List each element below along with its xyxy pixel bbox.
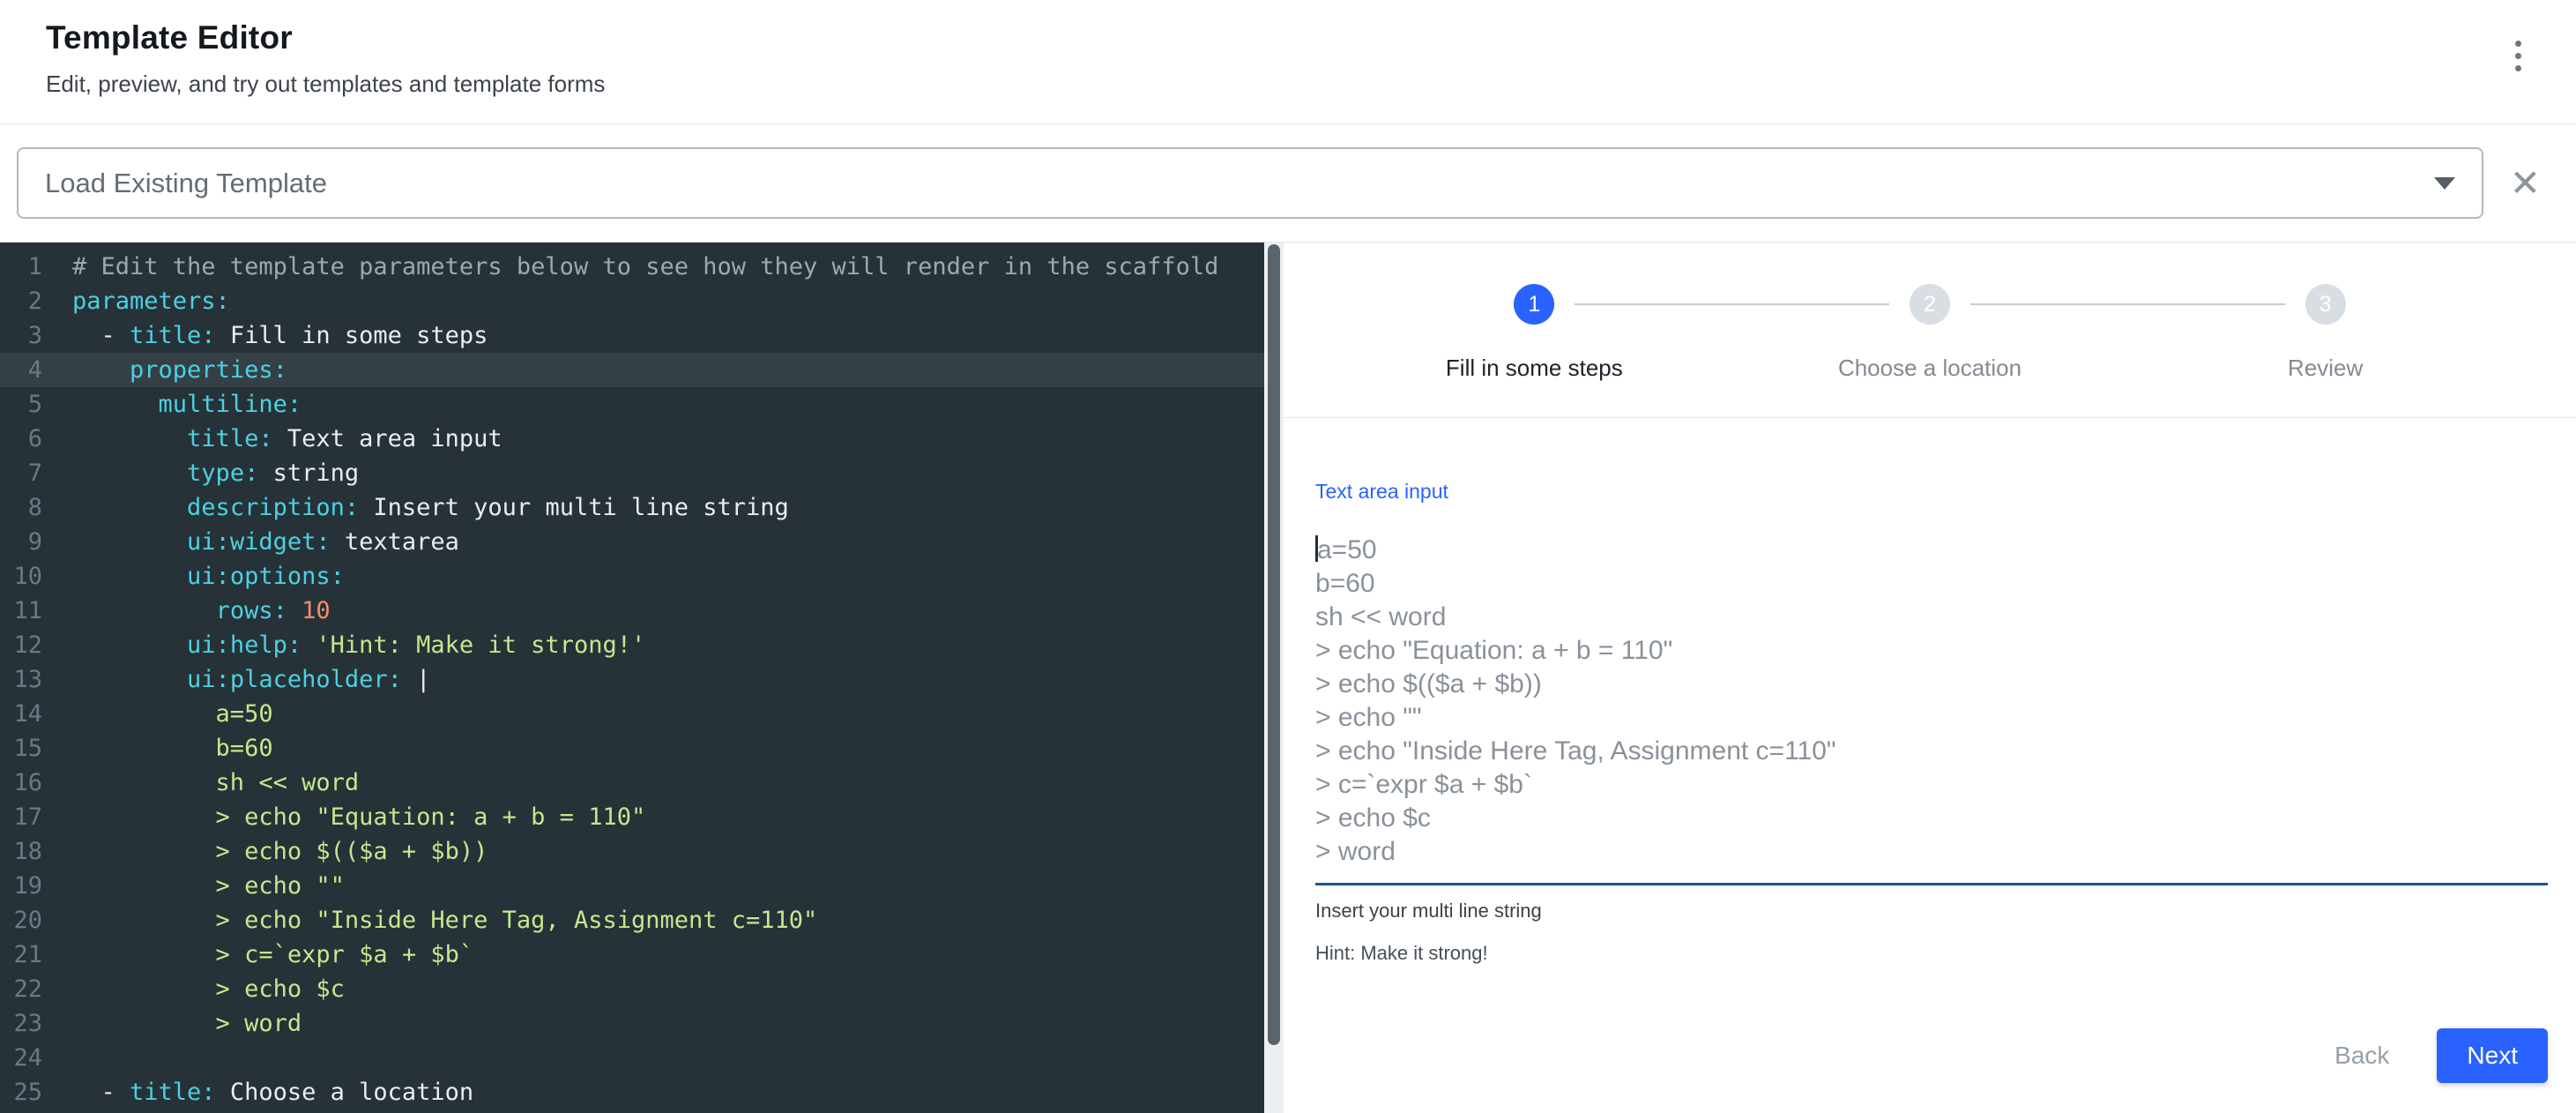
- page-subtitle: Edit, preview, and try out templates and…: [46, 71, 2541, 98]
- wizard-actions: Back Next: [1315, 1028, 2548, 1083]
- editor-line: 23 > word: [0, 1006, 1264, 1041]
- line-number: 11: [0, 594, 42, 628]
- form-section: Text area input a=50b=60sh << word> echo…: [1284, 418, 2576, 1083]
- field-help: Hint: Make it strong!: [1315, 942, 2548, 965]
- editor-line: 22 > echo $c: [0, 972, 1264, 1006]
- next-button[interactable]: Next: [2437, 1028, 2548, 1083]
- editor-line: 10 ui:options:: [0, 559, 1264, 594]
- line-number: 8: [0, 490, 42, 525]
- textarea-placeholder-line: > echo $(($a + $b)): [1315, 668, 2548, 701]
- textarea-placeholder-line: sh << word: [1315, 601, 2548, 634]
- step: 3 Review: [2127, 284, 2523, 382]
- line-number: 15: [0, 731, 42, 766]
- line-number: 3: [0, 318, 42, 353]
- stepper: 1 Fill in some steps 2 Choose a location 3 Re…: [1336, 284, 2523, 382]
- code-editor[interactable]: 1# Edit the template parameters below to…: [0, 243, 1264, 1113]
- step: 2 Choose a location: [1732, 284, 2128, 382]
- app-root: Template Editor Edit, preview, and try o…: [0, 0, 2576, 1113]
- editor-line: 8 description: Insert your multi line st…: [0, 490, 1264, 525]
- line-number: 14: [0, 697, 42, 731]
- editor-scrollbar[interactable]: [1264, 243, 1284, 1113]
- step-connector: [1575, 303, 1889, 305]
- line-number: 2: [0, 284, 42, 318]
- textarea-placeholder-line: > word: [1315, 835, 2548, 869]
- line-number: 22: [0, 972, 42, 1006]
- preview-panel: 1 Fill in some steps 2 Choose a location 3 Re…: [1284, 243, 2576, 1113]
- editor-line: 17 > echo "Equation: a + b = 110": [0, 800, 1264, 834]
- editor-line: 3 - title: Fill in some steps: [0, 318, 1264, 353]
- editor-line: 1# Edit the template parameters below to…: [0, 250, 1264, 284]
- step-label: Choose a location: [1732, 355, 2128, 382]
- line-number: 13: [0, 662, 42, 697]
- editor-line: 20 > echo "Inside Here Tag, Assignment c…: [0, 903, 1264, 937]
- close-icon[interactable]: ✕: [2510, 165, 2541, 202]
- scrollbar-thumb[interactable]: [1268, 244, 1280, 1045]
- textarea-placeholder-line: > echo $c: [1315, 802, 2548, 835]
- line-number: 18: [0, 834, 42, 869]
- stepper-section: 1 Fill in some steps 2 Choose a location 3 Re…: [1284, 243, 2576, 418]
- line-number: 17: [0, 800, 42, 834]
- editor-line: 14 a=50: [0, 697, 1264, 731]
- line-number: 5: [0, 387, 42, 422]
- step-label: Fill in some steps: [1336, 355, 1732, 382]
- editor-line: 9 ui:widget: textarea: [0, 525, 1264, 559]
- kebab-menu-icon[interactable]: [2515, 41, 2521, 71]
- line-number: 10: [0, 559, 42, 594]
- textarea-placeholder-line: a=50: [1315, 534, 2548, 567]
- line-number: 12: [0, 628, 42, 662]
- field-label: Text area input: [1315, 480, 2548, 504]
- textarea-placeholder-line: > echo "": [1315, 701, 2548, 735]
- editor-line: 7 type: string: [0, 456, 1264, 490]
- step-connector: [1970, 303, 2285, 305]
- line-number: 9: [0, 525, 42, 559]
- textarea-input[interactable]: a=50b=60sh << word> echo "Equation: a + …: [1315, 534, 2548, 869]
- editor-line: 2parameters:: [0, 284, 1264, 318]
- line-number: 23: [0, 1006, 42, 1041]
- textarea-placeholder-line: > echo "Inside Here Tag, Assignment c=11…: [1315, 735, 2548, 768]
- line-number: 21: [0, 937, 42, 972]
- page-title: Template Editor: [46, 19, 2541, 56]
- content-split: 1# Edit the template parameters below to…: [0, 243, 2576, 1113]
- step-icon: 2: [1910, 284, 1950, 325]
- line-number: 1: [0, 250, 42, 284]
- template-select-placeholder: Load Existing Template: [45, 168, 327, 199]
- step: 1 Fill in some steps: [1336, 284, 1732, 382]
- editor-line: 16 sh << word: [0, 766, 1264, 800]
- editor-line: 21 > c=`expr $a + $b`: [0, 937, 1264, 972]
- line-number: 24: [0, 1041, 42, 1075]
- editor-line: 13 ui:placeholder: |: [0, 662, 1264, 697]
- step-label: Review: [2127, 355, 2523, 382]
- step-icon: 1: [1514, 284, 1554, 325]
- step-icon: 3: [2305, 284, 2346, 325]
- field-description: Insert your multi line string: [1315, 900, 2548, 923]
- textarea-placeholder-line: > echo "Equation: a + b = 110": [1315, 634, 2548, 668]
- line-number: 6: [0, 422, 42, 456]
- template-select-bar: Load Existing Template ✕: [0, 124, 2576, 243]
- editor-line: 19 > echo "": [0, 869, 1264, 903]
- textarea-placeholder-line: > c=`expr $a + $b`: [1315, 768, 2548, 802]
- text-cursor: [1315, 535, 1318, 562]
- field-underline: [1315, 883, 2548, 885]
- editor-line: 25 - title: Choose a location: [0, 1075, 1264, 1109]
- line-number: 25: [0, 1075, 42, 1109]
- editor-line: 24: [0, 1041, 1264, 1075]
- editor-line: 4 properties:: [0, 353, 1264, 387]
- textarea-placeholder-line: b=60: [1315, 567, 2548, 601]
- editor-line: 12 ui:help: 'Hint: Make it strong!': [0, 628, 1264, 662]
- line-number: 4: [0, 353, 42, 387]
- line-number: 20: [0, 903, 42, 937]
- editor-line: 15 b=60: [0, 731, 1264, 766]
- template-select[interactable]: Load Existing Template: [17, 147, 2483, 219]
- chevron-down-icon: [2434, 177, 2455, 190]
- page-header: Template Editor Edit, preview, and try o…: [0, 0, 2576, 124]
- editor-line: 11 rows: 10: [0, 594, 1264, 628]
- line-number: 7: [0, 456, 42, 490]
- line-number: 19: [0, 869, 42, 903]
- line-number: 16: [0, 766, 42, 800]
- editor-line: 6 title: Text area input: [0, 422, 1264, 456]
- editor-line: 5 multiline:: [0, 387, 1264, 422]
- editor-line: 18 > echo $(($a + $b)): [0, 834, 1264, 869]
- back-button[interactable]: Back: [2312, 1029, 2412, 1082]
